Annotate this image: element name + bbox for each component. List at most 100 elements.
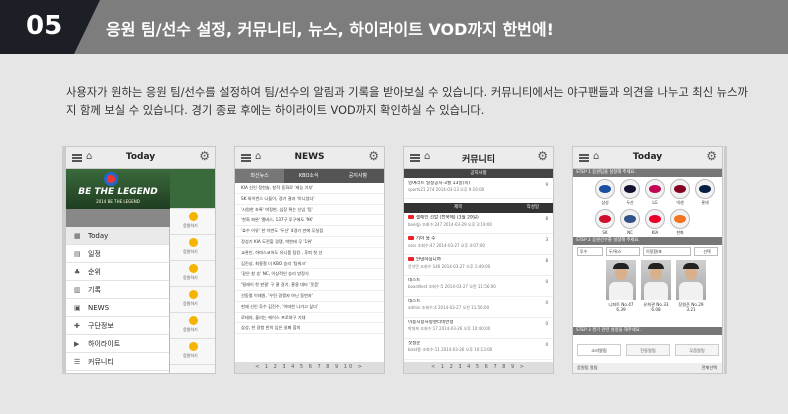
menu-item-team-info[interactable]: ✚ 구단정보 bbox=[66, 317, 169, 335]
menu-item-community[interactable]: ☰ 커뮤니티 bbox=[66, 353, 169, 371]
community-icon: ☰ bbox=[74, 358, 81, 366]
post-item[interactable]: 첫질문 bisst용 조회수:11 2014-03-26 오후 10:13:00 0 bbox=[404, 341, 553, 360]
gear-icon[interactable]: ⚙ bbox=[537, 149, 548, 163]
menu-item-highlight[interactable]: ▶ 하이라이트 bbox=[66, 335, 169, 353]
section-number: 05 bbox=[26, 11, 63, 41]
gear-icon[interactable]: ⚙ bbox=[368, 149, 379, 163]
team-logo-hanwha[interactable] bbox=[670, 209, 690, 229]
news-item[interactable]: 현재 신인 투수 김진수, '어떠한 나가고 싶다' bbox=[235, 302, 384, 313]
news-item[interactable]: 교관인, 하마스코어도 유니폼 팀킹 , 후퇴 첫 선 bbox=[235, 248, 384, 259]
player-photo[interactable] bbox=[641, 260, 671, 300]
heart-icon[interactable] bbox=[189, 212, 198, 221]
tab-kbo-news[interactable]: KBO소식 bbox=[284, 169, 333, 183]
news-item[interactable]: 김진성, 최용철 더 KBO 승리 '팀워크' bbox=[235, 259, 384, 270]
news-item[interactable]: SK 와이번스 나들이, 경기 결과 '아니었다' bbox=[235, 194, 384, 205]
player-photo[interactable] bbox=[606, 260, 636, 300]
phone-screen-community: ⌂ 커뮤니티 ⚙ 공지사항 잉여러트 일정공지-3월 13일(목) sports… bbox=[403, 146, 554, 374]
step3-label: STEP 3 경기 관련 설정을 해주세요. bbox=[573, 327, 722, 335]
news-item[interactable]: '같은 창 승' NC, 이상적인 승리 방정식 bbox=[235, 269, 384, 281]
table-header: 제목 작성일 bbox=[404, 203, 553, 213]
news-item[interactable]: 정성기 KIA 도전할 경쟁, 박한테 무 '1위' bbox=[235, 237, 384, 248]
nav-drawer: ▦ Today ▤ 일정 ♣ 순위 ▥ 기록 ▣ NEWS ✚ 구단정보 ▶ 하이라이트 ☰ 커… bbox=[66, 227, 170, 373]
heart-icon[interactable] bbox=[189, 290, 198, 299]
team-logo-kia[interactable] bbox=[645, 209, 665, 229]
heart-icon[interactable] bbox=[189, 342, 198, 351]
pagination[interactable]: < 1 2 3 4 5 6 7 8 9 10 > bbox=[235, 362, 384, 373]
news-icon: ▣ bbox=[74, 304, 81, 312]
settings-footer: 응원팀 알림 전체선택 bbox=[573, 363, 722, 373]
player-stat: 6.39 bbox=[616, 307, 626, 312]
post-item[interactable]: 기아 용 수 ssss 조회수:47 2014-03-27 오후 4:07:00 3 bbox=[404, 236, 553, 255]
app-header: ⌂ Today ⚙ bbox=[573, 147, 722, 169]
phone-screen-news: ⌂ NEWS ⚙ 최신뉴스 KBO소식 공지사항 KIA 신인 정한솔, 창작 … bbox=[234, 146, 385, 374]
post-item[interactable]: 테스트 boardtest 조회수:5 2014-03-27 오전 11:56:0… bbox=[404, 278, 553, 297]
section-title: 응원 팀/선수 설정, 커뮤니티, 뉴스, 하이라이트 VOD까지 한번에! bbox=[106, 20, 554, 39]
heart-icon[interactable] bbox=[189, 316, 198, 325]
heart-icon[interactable] bbox=[189, 264, 198, 273]
news-item[interactable]: 로테자, 울리는 에이스 프로야구 기대 bbox=[235, 313, 384, 324]
section-banner: 05 응원 팀/선수 설정, 커뮤니티, 뉴스, 하이라이트 VOD까지 한번에… bbox=[0, 0, 788, 54]
video-icon bbox=[408, 257, 414, 261]
team-icon: ✚ bbox=[74, 322, 80, 330]
calendar-icon: ▦ bbox=[74, 232, 81, 240]
heart-icon[interactable] bbox=[189, 238, 198, 247]
pinned-post[interactable]: 잉여러트 일정공지-3월 13일(목) sports21 274 2014-03… bbox=[404, 181, 553, 199]
sound-alert-button[interactable]: 소리알림 bbox=[577, 344, 621, 356]
team-logo-sk[interactable] bbox=[595, 209, 615, 229]
news-item[interactable]: '한화 좌완' 앨버스, 137구 투구에도 '9K' bbox=[235, 215, 384, 227]
step1-label: STEP 1 응원팀을 설정해 주세요. bbox=[573, 169, 722, 177]
team-logo-lotte[interactable] bbox=[695, 179, 715, 199]
drawer-header bbox=[66, 209, 170, 227]
phone-screen-settings: ⌂ Today ⚙ STEP 1 응원팀을 설정해 주세요. 삼성 두산 LG … bbox=[572, 146, 723, 374]
phone-screen-menu: ⌂ Today ⚙ BE THE LEGEND 2014 BE THE LEGE… bbox=[65, 146, 216, 374]
app-header: ⌂ NEWS ⚙ bbox=[235, 147, 384, 169]
player-select[interactable]: 이정환/포 bbox=[643, 247, 691, 256]
menu-item-news[interactable]: ▣ NEWS bbox=[66, 299, 169, 317]
silent-alert-button[interactable]: 무음알림 bbox=[675, 344, 719, 356]
promo-subline: 2014 BE THE LEGEND bbox=[96, 199, 140, 204]
team-select[interactable]: 두/워스 bbox=[606, 247, 640, 256]
team-logo-samsung[interactable] bbox=[595, 179, 615, 199]
news-item[interactable]: 선동렬 이재원, '우린 경쟁자 아닌 동반자' bbox=[235, 291, 384, 302]
player-photo[interactable] bbox=[676, 260, 706, 300]
menu-item-today[interactable]: ▦ Today bbox=[66, 227, 169, 245]
post-item[interactable]: 이용시용사항센터테반정 박대희 조회수:17 2014-03-26 오후 10:4… bbox=[404, 320, 553, 339]
news-item[interactable]: '릴레이 첫 판결' 구 클 경기, 홍용 대타 '웃음' bbox=[235, 280, 384, 291]
news-item[interactable]: '효수 이유' 한 이번도 '두산' 4경기 만에 무실점 bbox=[235, 226, 384, 237]
player-stat: 6.08 bbox=[651, 307, 661, 312]
promo-banner[interactable]: BE THE LEGEND 2014 BE THE LEGEND bbox=[66, 169, 170, 209]
news-tabs: 최신뉴스 KBO소식 공지사항 bbox=[235, 169, 384, 183]
menu-item-schedule[interactable]: ▤ 일정 bbox=[66, 245, 169, 263]
menu-item-rank[interactable]: ♣ 순위 bbox=[66, 263, 169, 281]
video-icon bbox=[408, 236, 414, 240]
promo-headline: BE THE LEGEND bbox=[78, 187, 158, 197]
screen-title: Today bbox=[632, 152, 663, 162]
position-select[interactable]: 투수 bbox=[577, 247, 603, 256]
notice-header: 공지사항 bbox=[404, 169, 553, 178]
app-header: ⌂ Today ⚙ bbox=[66, 147, 215, 169]
alert-mode-buttons: 소리알림 진동알림 무음알림 bbox=[577, 344, 720, 356]
team-logo-doosan[interactable] bbox=[620, 179, 640, 199]
news-item[interactable]: KIA 신인 정한솔, 창작 동화로 '재능 기부' bbox=[235, 183, 384, 194]
team-logo-nc[interactable] bbox=[620, 209, 640, 229]
team-alert-label: 응원팀 알림 bbox=[577, 365, 598, 370]
vibrate-alert-button[interactable]: 진동알림 bbox=[626, 344, 670, 356]
post-item[interactable]: 젤레인 선발 (전북에) (3월 29일) beerJp 조회수:247 2014… bbox=[404, 215, 553, 234]
post-item[interactable]: 안녕하십니까 윤석민 조회수:146 2014-03-27 오후 1:49:00 8 bbox=[404, 257, 553, 276]
gear-icon[interactable]: ⚙ bbox=[706, 149, 717, 163]
screen-edge bbox=[724, 146, 727, 374]
rank-icon: ♣ bbox=[74, 268, 81, 276]
menu-item-record[interactable]: ▥ 기록 bbox=[66, 281, 169, 299]
select-button[interactable]: 선택 bbox=[694, 247, 718, 256]
tab-notice[interactable]: 공지사항 bbox=[333, 169, 382, 183]
post-item[interactable]: 테스트 admin 조회수:4 2014-03-27 오전 11:56:00 0 bbox=[404, 299, 553, 318]
news-item[interactable]: '시원한 초록' 박정현, 심장 뛰는 신입 '팀' bbox=[235, 205, 384, 216]
tab-latest-news[interactable]: 최신뉴스 bbox=[235, 169, 285, 183]
team-logo-nexen[interactable] bbox=[670, 179, 690, 199]
news-item[interactable]: 삼성, 한 경험 한의 입은 실패 합의 bbox=[235, 323, 384, 335]
pagination[interactable]: < 1 2 3 4 5 6 7 8 9 > bbox=[404, 362, 553, 373]
screen-title: NEWS bbox=[294, 152, 325, 162]
gear-icon[interactable]: ⚙ bbox=[199, 149, 210, 163]
select-all-toggle[interactable]: 전체선택 bbox=[702, 363, 717, 373]
team-logo-lg[interactable] bbox=[645, 179, 665, 199]
